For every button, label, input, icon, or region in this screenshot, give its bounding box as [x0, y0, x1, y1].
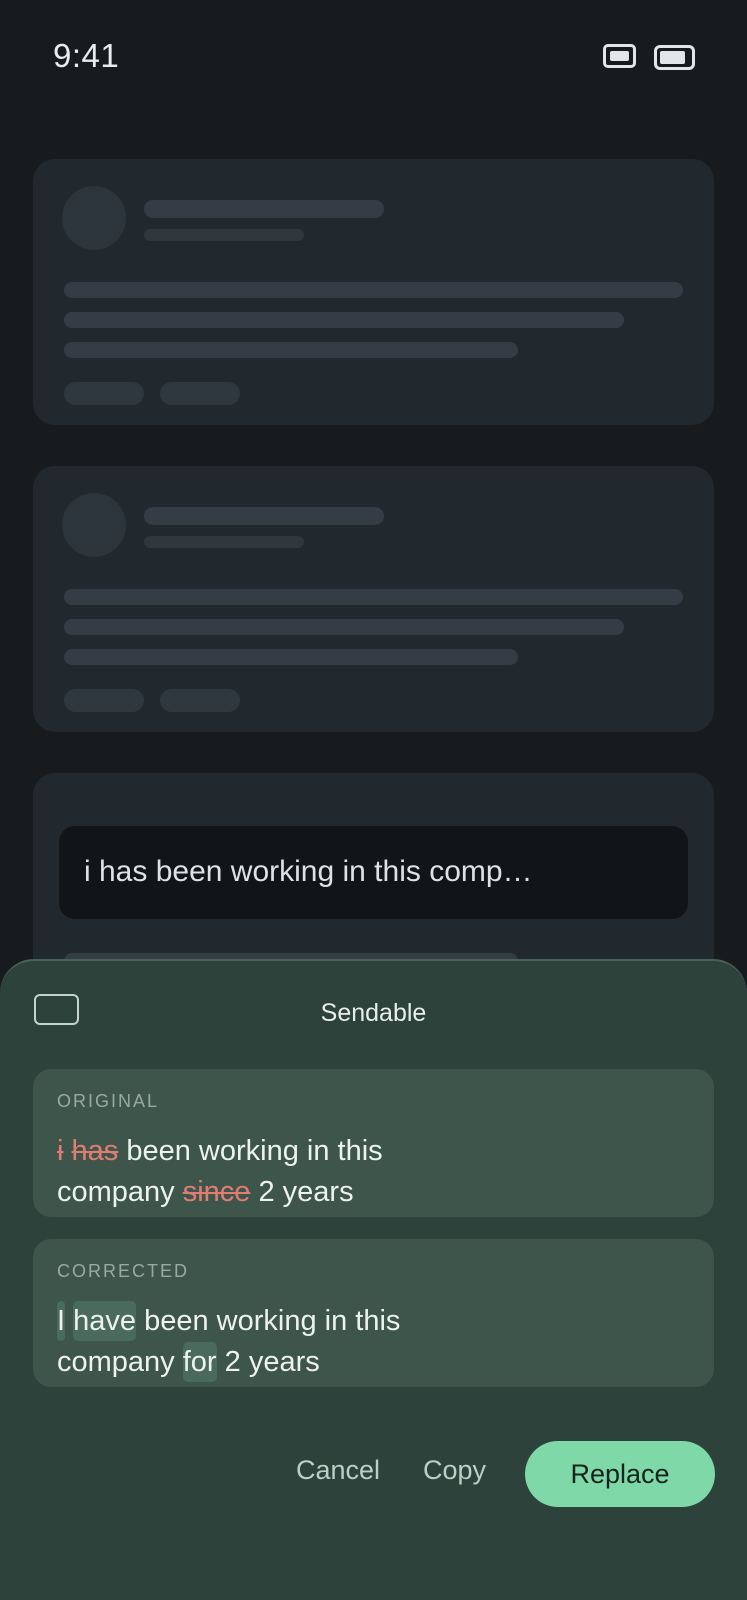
text-segment: been working in this	[118, 1135, 383, 1167]
text-segment: been working in this	[136, 1305, 401, 1337]
skeleton-line	[64, 342, 518, 358]
text-segment: 2 years	[250, 1176, 354, 1208]
battery-icon	[654, 45, 695, 70]
skeleton-title	[144, 507, 384, 525]
skeleton-avatar	[62, 493, 126, 557]
text-segment: company	[57, 1346, 183, 1378]
deleted-word: has	[71, 1135, 119, 1167]
text-segment: company	[57, 1176, 183, 1208]
original-label: ORIGINAL	[57, 1091, 160, 1111]
copy-button[interactable]: Copy	[423, 1455, 486, 1486]
corrected-panel: CORRECTED I have been working in this com…	[33, 1239, 714, 1387]
replace-button[interactable]: Replace	[525, 1441, 715, 1507]
skeleton-chip	[160, 689, 240, 712]
skeleton-subtitle	[144, 536, 304, 548]
skeleton-chip	[160, 382, 240, 405]
skeleton-chip	[64, 689, 144, 712]
text-segment: 2 years	[216, 1346, 320, 1378]
skeleton-line	[64, 282, 683, 298]
status-time: 9:41	[53, 37, 120, 74]
skeleton-line	[64, 589, 683, 605]
skeleton-card	[33, 466, 714, 732]
original-text: i has been working in this company since …	[57, 1131, 657, 1213]
original-panel: ORIGINAL i has been working in this compa…	[33, 1069, 714, 1217]
action-bar: Cancel Copy Replace	[0, 1441, 747, 1507]
status-bar: 9:41	[0, 0, 747, 110]
text-segment	[63, 1135, 71, 1167]
text-segment	[65, 1305, 73, 1337]
skeleton-line	[64, 619, 624, 635]
cancel-button[interactable]: Cancel	[296, 1455, 380, 1486]
compose-text: i has been working in this comp…	[84, 855, 533, 888]
inserted-word: have	[73, 1301, 137, 1341]
skeleton-title	[144, 200, 384, 218]
skeleton-chip	[64, 382, 144, 405]
skeleton-card	[33, 159, 714, 425]
corrected-text: I have been working in this company for 2…	[57, 1301, 657, 1383]
skeleton-avatar	[62, 186, 126, 250]
correction-sheet: Sendable ORIGINAL i has been working in …	[0, 959, 747, 1600]
skeleton-subtitle	[144, 229, 304, 241]
screen: 9:41 i has been working in this comp… Se…	[0, 0, 747, 1600]
skeleton-line	[64, 649, 518, 665]
sheet-title: Sendable	[320, 999, 427, 1027]
screen-mirror-icon	[603, 44, 636, 68]
skeleton-line	[64, 312, 624, 328]
inserted-word: for	[182, 1342, 217, 1382]
compose-input[interactable]: i has been working in this comp…	[59, 826, 688, 919]
deleted-word: since	[182, 1176, 251, 1208]
inserted-word: I	[57, 1301, 66, 1341]
corrected-label: CORRECTED	[57, 1261, 190, 1281]
